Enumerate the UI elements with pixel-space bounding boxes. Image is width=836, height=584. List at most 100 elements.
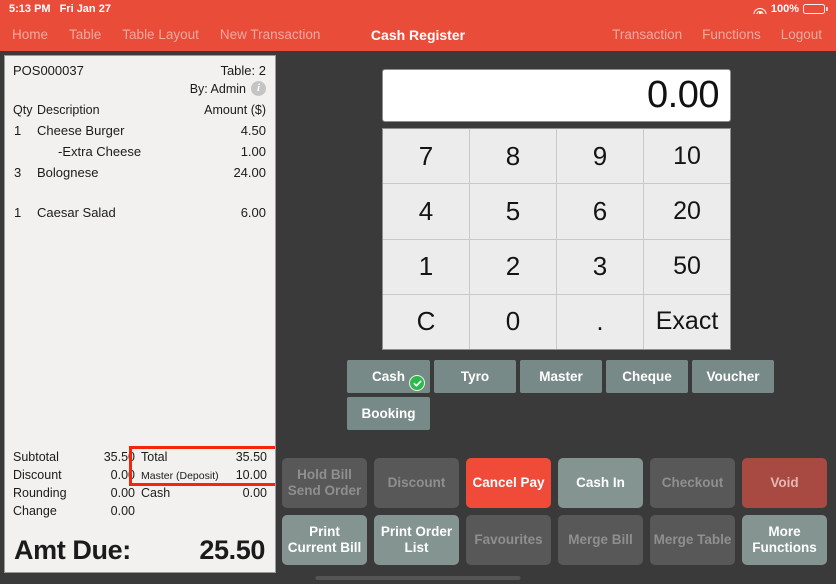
payment-button-cheque[interactable]: Cheque: [606, 360, 688, 393]
action-row-1: Hold Bill Send Order Discount Cancel Pay Cas…: [282, 458, 832, 508]
item-amount: 24.00: [233, 165, 266, 180]
action-button-print-order-list[interactable]: Print Order List: [374, 515, 459, 565]
item-description: -Extra Cheese: [58, 144, 142, 159]
total-value: 10.00: [235, 468, 267, 482]
action-button-print-current-bill[interactable]: Print Current Bill: [282, 515, 367, 565]
action-button-void[interactable]: Void: [742, 458, 827, 508]
action-button-cash-in[interactable]: Cash In: [558, 458, 643, 508]
total-line: Change 0.00: [13, 502, 135, 520]
total-value: 35.50: [235, 450, 267, 464]
payment-button-cash[interactable]: Cash: [347, 360, 430, 393]
keypad-key-c[interactable]: C: [383, 294, 469, 349]
nav-item-table[interactable]: Table: [69, 27, 101, 42]
total-value: 0.00: [110, 468, 135, 482]
receipt-item-row[interactable]: 1 Cheese Burger 4.50: [13, 120, 266, 141]
keypad-key-5[interactable]: 5: [470, 184, 556, 239]
keypad-key-7[interactable]: 7: [383, 129, 469, 184]
total-line: Rounding 0.00: [13, 484, 135, 502]
keypad-key-4[interactable]: 4: [383, 184, 469, 239]
keypad-key-8[interactable]: 8: [470, 129, 556, 184]
register-pane: 0.00 7 8 9 10 4 5 6 20 1 2 3 50 C 0. Exact Cash Tyro Mas…: [282, 55, 832, 577]
receipt-item-row[interactable]: -Extra Cheese 1.00: [13, 141, 266, 162]
action-button-label: Merge Bill: [568, 532, 633, 547]
action-buttons: Hold Bill Send Order Discount Cancel Pay Cas…: [282, 458, 832, 572]
action-button-favourites: Favourites: [466, 515, 551, 565]
check-icon: [413, 380, 421, 387]
receipt-item-row[interactable]: 3 Bolognese 24.00: [13, 162, 266, 183]
status-bar-right: 100%: [753, 3, 828, 15]
payment-button-label: Voucher: [706, 369, 760, 384]
item-description: Cheese Burger: [37, 123, 125, 138]
keypad-key-1[interactable]: 1: [383, 239, 469, 294]
payment-button-label: Cash: [371, 369, 405, 384]
nav-left-group: Home Table Table Layout New Transaction: [12, 27, 320, 42]
receipt-id-row: POS000037 Table: 2: [13, 63, 266, 78]
payment-methods: Cash Tyro Master Cheque Voucher Booking: [347, 360, 787, 434]
action-button-cancel-pay[interactable]: Cancel Pay: [466, 458, 551, 508]
keypad-key-50[interactable]: 50: [644, 239, 730, 294]
item-amount: 1.00: [240, 144, 266, 159]
nav-item-table-layout[interactable]: Table Layout: [122, 27, 199, 42]
total-label: Discount: [13, 468, 62, 482]
item-amount: 4.50: [240, 123, 266, 138]
keypad-key-dot[interactable]: .: [557, 294, 643, 349]
keypad-key-20[interactable]: 20: [644, 184, 730, 239]
battery-percent-label: 100%: [770, 3, 799, 15]
total-line: Master (Deposit) 10.00: [141, 466, 267, 484]
payment-button-tyro[interactable]: Tyro: [434, 360, 516, 393]
keypad-key-6[interactable]: 6: [557, 184, 643, 239]
action-button-label: Hold Bill Send Order: [287, 467, 362, 498]
total-line: Subtotal 35.50: [13, 448, 135, 466]
keypad-key-9[interactable]: 9: [557, 129, 643, 184]
total-value: 35.50: [103, 450, 135, 464]
item-description: Bolognese: [37, 165, 99, 180]
amount-due-value: 25.50: [199, 535, 265, 565]
pos-app: 5:13 PM Fri Jan 27 100% Home Table Table…: [0, 0, 836, 584]
amount-due-row: Amt Due: 25.50: [5, 535, 275, 566]
nav-item-new-transaction[interactable]: New Transaction: [220, 27, 321, 42]
action-button-merge-bill: Merge Bill: [558, 515, 643, 565]
keypad-key-3[interactable]: 3: [557, 239, 643, 294]
amount-due-label: Amt Due:: [14, 535, 131, 565]
nav-item-home[interactable]: Home: [12, 27, 48, 42]
receipt-column-headers: Qty Description Amount ($): [13, 103, 266, 117]
nav-item-functions[interactable]: Functions: [702, 27, 761, 42]
status-date: Fri Jan 27: [59, 3, 111, 15]
payment-button-master[interactable]: Master: [520, 360, 602, 393]
order-id: POS000037: [13, 63, 84, 78]
total-label: Subtotal: [13, 450, 59, 464]
keypad-key-exact[interactable]: Exact: [644, 294, 730, 349]
action-button-label: Print Current Bill: [287, 524, 362, 555]
nav-item-transaction[interactable]: Transaction: [612, 27, 682, 42]
total-line: Discount 0.00: [13, 466, 135, 484]
keypad-key-2[interactable]: 2: [470, 239, 556, 294]
receipt-by-row: By: Admin i: [13, 81, 266, 96]
item-qty: 1: [14, 123, 22, 138]
payment-button-label: Cheque: [622, 369, 672, 384]
receipt-item-row[interactable]: 1 Caesar Salad 6.00: [13, 202, 266, 223]
column-header-qty: Qty: [13, 103, 33, 117]
totals-right-column: Total 35.50 Master (Deposit) 10.00 Cash 0.00: [135, 448, 267, 520]
action-button-discount: Discount: [374, 458, 459, 508]
total-label: Cash: [141, 486, 171, 500]
total-label: Change: [13, 504, 57, 518]
total-label: Master (Deposit): [141, 470, 219, 482]
action-button-checkout: Checkout: [650, 458, 735, 508]
total-line: Cash 0.00: [141, 484, 267, 502]
action-button-more-functions[interactable]: More Functions: [742, 515, 827, 565]
receipt-panel[interactable]: POS000037 Table: 2 By: Admin i Qty Descr…: [4, 55, 276, 573]
payment-row-1: Cash Tyro Master Cheque Voucher: [347, 360, 787, 393]
payment-button-voucher[interactable]: Voucher: [692, 360, 774, 393]
column-header-description: Description: [37, 103, 100, 117]
amount-display[interactable]: 0.00: [382, 69, 731, 122]
totals-left-column: Subtotal 35.50 Discount 0.00 Rounding 0.00 Cha…: [13, 448, 135, 520]
keypad-key-10[interactable]: 10: [644, 129, 730, 184]
action-button-label: Print Order List: [380, 524, 453, 555]
action-button-label: Favourites: [474, 532, 543, 547]
payment-button-booking[interactable]: Booking: [347, 397, 430, 430]
total-line: Total 35.50: [141, 448, 267, 466]
nav-item-logout[interactable]: Logout: [781, 27, 822, 42]
total-value: 0.00: [110, 486, 135, 500]
keypad-key-0[interactable]: 0: [470, 294, 556, 349]
info-icon[interactable]: i: [251, 81, 266, 96]
